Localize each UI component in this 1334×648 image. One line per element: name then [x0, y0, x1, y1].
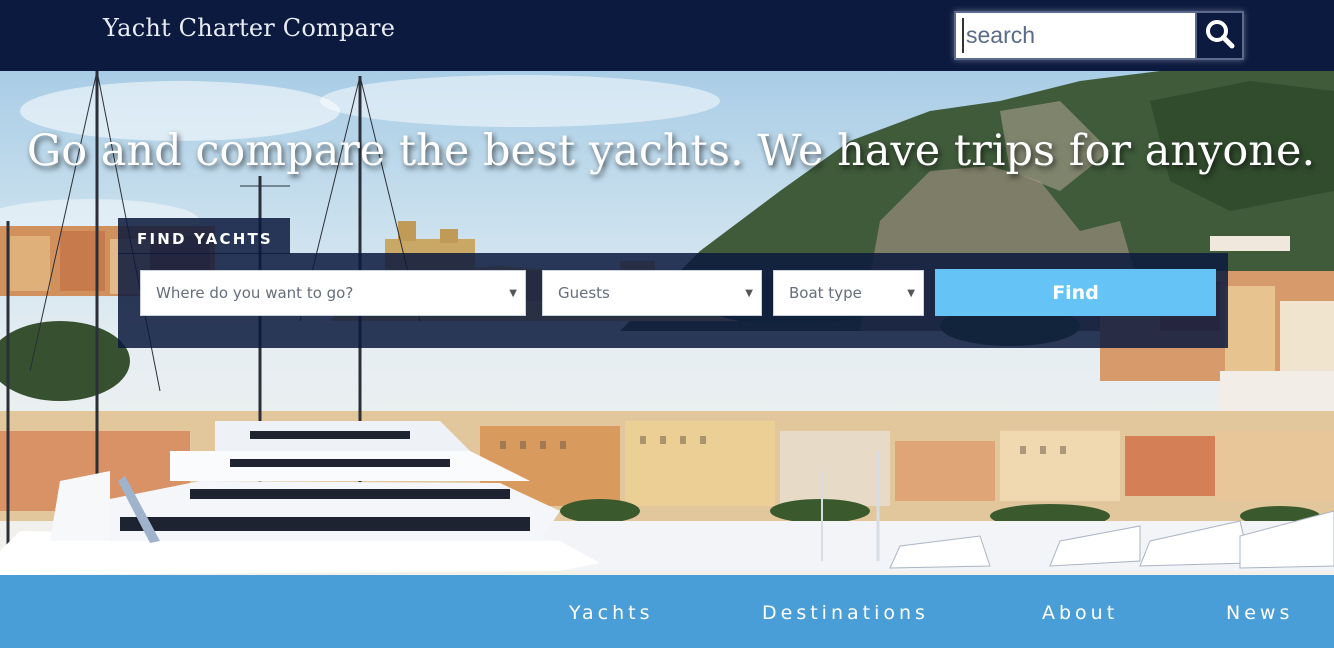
- main-nav: Yachts Destinations About News: [0, 575, 1334, 648]
- search-input[interactable]: [962, 18, 1192, 53]
- search-icon: [1204, 18, 1236, 54]
- nav-item-yachts[interactable]: Yachts: [569, 602, 653, 624]
- search-bar: [954, 11, 1244, 60]
- guests-select[interactable]: Guests ▼: [542, 270, 762, 316]
- destination-select[interactable]: Where do you want to go? ▼: [140, 270, 526, 316]
- chevron-down-icon: ▼: [745, 288, 753, 299]
- hero-headline: Go and compare the best yachts. We have …: [26, 126, 1316, 176]
- boat-type-select-value: Boat type: [789, 284, 862, 302]
- boat-type-select[interactable]: Boat type ▼: [773, 270, 924, 316]
- site-logo[interactable]: Yacht Charter Compare: [103, 14, 395, 42]
- search-button[interactable]: [1195, 11, 1244, 60]
- chevron-down-icon: ▼: [509, 288, 517, 299]
- destination-select-value: Where do you want to go?: [156, 284, 354, 302]
- nav-item-destinations[interactable]: Destinations: [762, 602, 929, 624]
- find-yachts-title: FIND YACHTS: [137, 230, 273, 248]
- top-header: Yacht Charter Compare: [0, 0, 1334, 71]
- nav-item-news[interactable]: News: [1226, 602, 1293, 624]
- find-button[interactable]: Find: [935, 269, 1216, 316]
- nav-item-about[interactable]: About: [1042, 602, 1118, 624]
- chevron-down-icon: ▼: [907, 288, 915, 299]
- guests-select-value: Guests: [558, 284, 610, 302]
